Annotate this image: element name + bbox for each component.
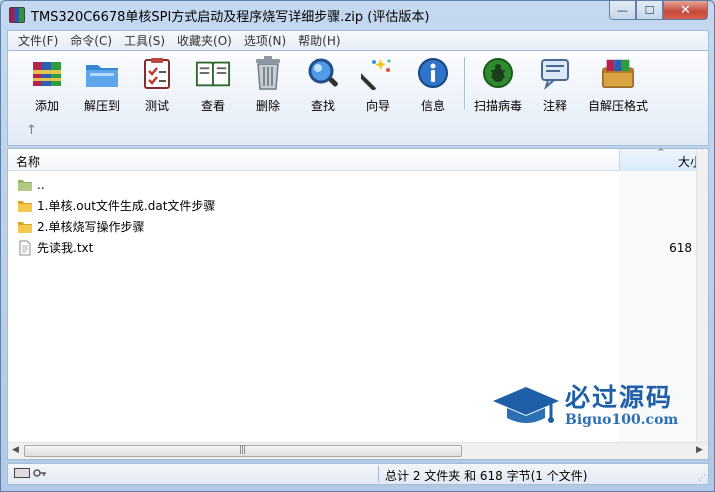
extract-to-icon [84,55,120,91]
delete-label: 删除 [255,99,280,113]
close-button[interactable]: ✕ [663,1,708,20]
add-label: 添加 [34,99,59,113]
find-button[interactable]: 查找 [295,55,351,115]
winrar-app-icon [9,7,25,23]
test-label: 测试 [144,99,169,113]
status-icons [14,468,47,478]
menu-favorites[interactable]: 收藏夹(O) [171,32,238,49]
wizard-button[interactable]: 向导 [350,55,406,115]
sfx-icon [600,55,636,91]
watermark-title: 必过源码 [565,383,674,412]
menu-bar: 文件(F) 命令(C) 工具(S) 收藏夹(O) 选项(N) 帮助(H) [7,30,709,50]
test-icon [139,55,175,91]
grip-icon: ||| [239,445,246,455]
add-button[interactable]: 添加 [19,55,75,115]
delete-icon [250,55,286,91]
scroll-right-icon[interactable]: ▶ [696,445,703,455]
menu-options[interactable]: 选项(N) [238,32,292,49]
view-icon [195,55,231,91]
item-name: 先读我.txt [37,241,94,255]
menu-commands[interactable]: 命令(C) [64,32,118,49]
view-button[interactable]: 查看 [185,55,241,115]
toolbar-separator [464,57,465,109]
drive-icon[interactable] [14,468,30,478]
virus-scan-button[interactable]: 扫描病毒 [469,55,527,115]
column-name[interactable]: 名称 [16,153,40,170]
column-size-header[interactable]: ^ 大小 [619,148,708,171]
list-item-parent[interactable]: .. [8,174,698,195]
find-icon [305,55,341,91]
virus-scan-label: 扫描病毒 [473,99,522,113]
list-item-folder-1[interactable]: 1.单核.out文件生成.dat文件步骤 [8,195,698,216]
key-icon[interactable] [33,468,47,478]
folder-icon [18,221,32,233]
comment-button[interactable]: 注释 [527,55,583,115]
info-button[interactable]: 信息 [405,55,461,115]
add-archive-icon [29,55,65,91]
wizard-label: 向导 [365,99,390,113]
comment-label: 注释 [542,99,567,113]
test-button[interactable]: 测试 [129,55,185,115]
column-header: 名称 ^ 大小 [8,148,708,171]
toolbar: 添加 解压到 测试 查看 删除 查找 向导 信息 扫描病毒 注释 自解压格式 ↑ [7,50,709,146]
graduation-cap-logo-icon [493,387,559,423]
folder-icon [18,200,32,212]
status-summary: 总计 2 文件夹 和 618 字节(1 个文件) [385,469,588,483]
minimize-button[interactable]: — [609,1,636,20]
find-label: 查找 [310,99,335,113]
delete-button[interactable]: 删除 [240,55,296,115]
resize-grip-icon[interactable]: ⋰ [698,473,706,482]
wizard-icon [360,55,396,91]
vertical-scrollbar[interactable] [696,149,708,442]
app-window: TMS320C6678单核SPI方式启动及程序烧写详细步骤.zip (评估版本)… [0,0,715,492]
status-separator [378,466,379,482]
horizontal-scrollbar[interactable]: ◀ ||| ▶ [8,442,708,459]
up-folder-button[interactable]: ↑ [26,123,37,138]
menu-file[interactable]: 文件(F) [12,32,64,49]
item-name: 2.单核烧写操作步骤 [37,220,145,234]
comment-icon [537,55,573,91]
extract-to-label: 解压到 [83,99,120,113]
sort-ascending-icon: ^ [657,148,665,158]
window-title: TMS320C6678单核SPI方式启动及程序烧写详细步骤.zip (评估版本) [31,9,430,25]
watermark: 必过源码 Biguo100.com [491,376,696,436]
item-size: 618 [669,240,692,255]
list-item-folder-2[interactable]: 2.单核烧写操作步骤 [8,216,698,237]
sfx-label: 自解压格式 [587,99,648,113]
parent-folder-icon [18,179,32,191]
item-name: .. [37,177,45,192]
menu-help[interactable]: 帮助(H) [292,32,346,49]
title-bar[interactable]: TMS320C6678单核SPI方式启动及程序烧写详细步骤.zip (评估版本)… [1,1,714,29]
view-label: 查看 [200,99,225,113]
sfx-button[interactable]: 自解压格式 [583,55,653,115]
horizontal-scroll-thumb[interactable]: ||| [24,445,462,457]
virus-scan-icon [480,55,516,91]
extract-to-button[interactable]: 解压到 [74,55,130,115]
caption-buttons: — ☐ ✕ [609,1,708,20]
watermark-url: Biguo100.com [565,412,679,428]
menu-tools[interactable]: 工具(S) [118,32,171,49]
info-icon [415,55,451,91]
scroll-left-icon[interactable]: ◀ [12,445,19,455]
list-item-file[interactable]: 先读我.txt 618 [8,237,698,258]
item-name: 1.单核.out文件生成.dat文件步骤 [37,199,216,213]
info-label: 信息 [420,99,445,113]
maximize-button[interactable]: ☐ [636,1,663,20]
text-file-icon [19,240,31,255]
status-bar: 总计 2 文件夹 和 618 字节(1 个文件) ⋰ [7,463,709,485]
